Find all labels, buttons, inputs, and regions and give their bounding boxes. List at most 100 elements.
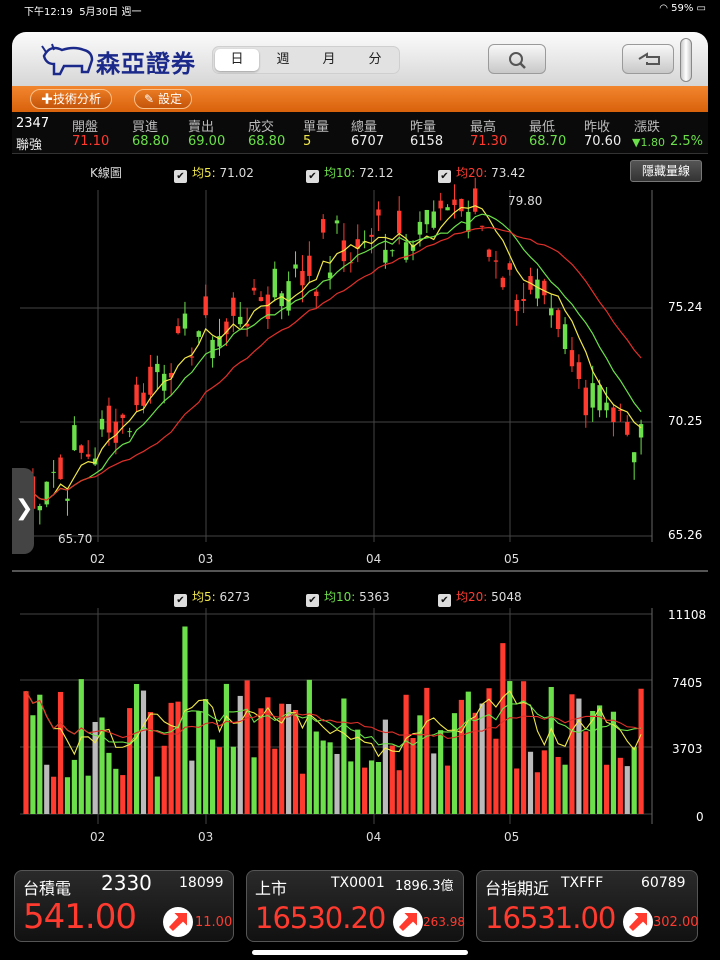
candle [459,198,464,212]
quote-row: 2347 聯強 開盤 71.10 買進 68.80 賣出 69.00 成交 68… [12,112,708,154]
side-drawer-handle[interactable]: ❯ [12,468,34,554]
lot-value: 5 [303,134,312,149]
candle [251,287,257,291]
volume-bar [348,761,354,814]
deal-label: 成交 [248,120,275,135]
bid-label: 買進 [132,120,159,135]
ticker-volume: 18099 [179,875,224,891]
volume-bar [230,746,236,814]
volume-bar [624,766,630,814]
volume-bar [51,776,57,814]
volume-bar [306,679,312,814]
volume-bar [514,768,520,814]
ma20-legend[interactable]: ✔ 均20: 73.42 [438,164,526,183]
settings-button[interactable]: ✎ 設定 [134,89,192,109]
candle [300,271,305,286]
volume-bar [341,698,347,814]
candle [141,392,146,406]
candle [549,308,554,316]
top-bar: 森亞證券 日 週 月 分 [12,32,708,86]
volume-bar [617,757,623,814]
high-label: 最高 [470,120,497,135]
candle [307,255,312,276]
candle [334,220,340,224]
checkbox-icon: ✔ [306,594,319,607]
ticker-card-tsmc[interactable]: 台積電 2330 18099 541.00 11.00 [14,870,234,942]
volume-bar [113,768,119,814]
candle [58,457,63,480]
vol-ma20-legend[interactable]: ✔ 均20: 5048 [438,588,522,607]
change-value: ▼1.80 [632,136,665,149]
candle [86,454,91,457]
change-pct: 2.5% [670,134,704,149]
ticker-change: 302.00 [653,915,699,930]
chevron-right-icon: ❯ [15,496,34,521]
ticker-bar: 台積電 2330 18099 541.00 11.00 上市 TX0001 18… [12,850,708,960]
candle [272,268,277,298]
candle [279,293,284,307]
volume-bar [154,776,160,814]
ticker-change: 11.00 [195,915,233,930]
volume-bar [286,703,292,814]
ma10-legend[interactable]: ✔ 均10: 72.12 [306,164,394,183]
kline-title: K線圖 [90,166,122,180]
app-window: 森亞證券 日 週 月 分 ✚技術分析 ✎ 設定 2347 聯強 開盤 71.10… [12,32,708,960]
lot-label: 單量 [303,120,330,135]
period-month[interactable]: 月 [307,49,351,71]
volume-bar [527,751,534,814]
y-label: 70.25 [668,414,703,428]
vol-ma10-legend[interactable]: ✔ 均10: 5363 [306,588,390,607]
volume-bar [465,691,471,814]
ticker-card-futures[interactable]: 台指期近 TXFFF 60789 16531.00 302.00 [476,870,699,942]
prev-value: 70.60 [584,134,622,149]
volume-bar [237,695,243,814]
search-button[interactable] [488,44,546,74]
hide-volume-button[interactable]: 隱藏量線 [630,160,702,182]
period-week[interactable]: 週 [261,49,305,71]
volume-bar [23,691,29,814]
volume-bar [272,748,278,814]
brand-logo: 森亞證券 [40,38,200,80]
volume-bar [78,679,84,814]
min-price-label: 65.70 [58,532,93,546]
search-icon [509,52,526,69]
candle [555,310,561,330]
ticker-card-taiex[interactable]: 上市 TX0001 1896.3億 16530.20 263.98 [246,870,465,942]
candle [203,296,208,316]
volume-bar [438,730,444,814]
low-value: 68.70 [529,134,567,149]
kline-chart [20,177,653,542]
stock-name: 聯強 [16,138,43,153]
back-button[interactable] [622,44,674,74]
period-day[interactable]: 日 [215,49,259,71]
candle [390,250,395,252]
candle [196,331,201,337]
volume-bar [472,712,478,814]
volume-bar [127,708,133,814]
volume-bar [569,694,575,814]
volume-bar [313,731,319,814]
candle [120,414,125,418]
volume-bar [431,753,437,814]
candle [583,387,588,416]
volume-bar [223,683,230,814]
scroll-toggle[interactable] [680,38,692,82]
status-bar: 下午12:19 5月30日 週一 ◠ 59% ▭ [0,0,720,18]
volume-bar [182,626,188,814]
candle [542,280,547,296]
volume-bar [451,713,458,814]
volume-bar [362,767,368,814]
ma5-legend[interactable]: ✔ 均5: 71.02 [174,164,254,183]
volume-bar [590,710,596,814]
volume-bar [603,764,610,814]
volume-bar [244,680,250,814]
period-minute[interactable]: 分 [353,49,397,71]
vol-ma5-legend[interactable]: ✔ 均5: 6273 [174,588,250,607]
volume-bar [64,777,71,814]
volume-bar [479,703,485,814]
volume-bar [389,745,395,814]
checkbox-icon: ✔ [174,594,187,607]
technical-analysis-button[interactable]: ✚技術分析 [30,89,112,109]
candle [611,407,616,423]
candle [590,383,595,408]
